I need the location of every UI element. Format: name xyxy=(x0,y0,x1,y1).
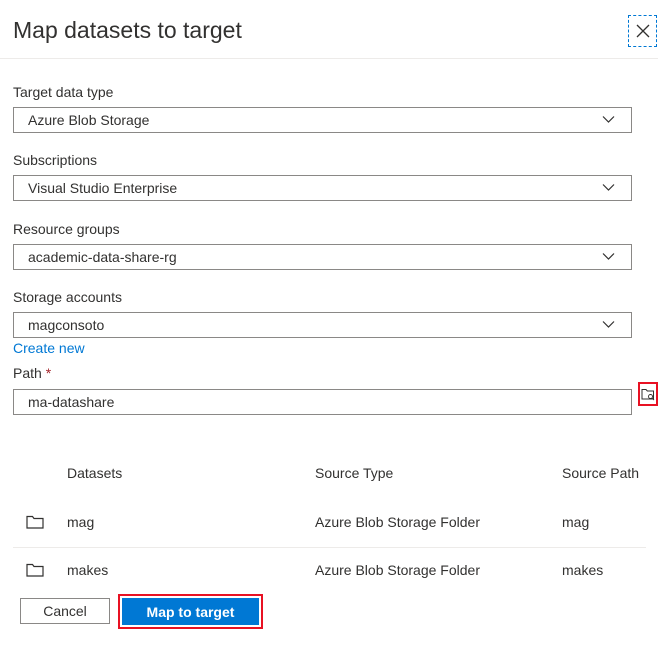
dataset-name: makes xyxy=(67,562,109,578)
source-path: makes xyxy=(562,562,604,578)
storage-accounts-value: magconsoto xyxy=(28,317,105,333)
folder-browse-icon xyxy=(641,389,655,401)
source-type: Azure Blob Storage Folder xyxy=(315,562,480,578)
storage-accounts-dropdown[interactable]: magconsoto xyxy=(13,312,632,338)
subscriptions-dropdown[interactable]: Visual Studio Enterprise xyxy=(13,175,632,201)
subscriptions-value: Visual Studio Enterprise xyxy=(28,180,178,196)
target-data-type-dropdown[interactable]: Azure Blob Storage xyxy=(13,107,632,133)
storage-accounts-label: Storage accounts xyxy=(13,289,122,305)
source-path: mag xyxy=(562,514,590,530)
path-label: Path * xyxy=(13,365,51,381)
chevron-down-icon xyxy=(602,321,615,328)
close-button[interactable] xyxy=(628,15,657,47)
subscriptions-label: Subscriptions xyxy=(13,152,98,168)
target-data-type-value: Azure Blob Storage xyxy=(28,112,150,128)
path-label-text: Path xyxy=(13,365,42,381)
path-input[interactable] xyxy=(13,389,632,415)
source-type: Azure Blob Storage Folder xyxy=(315,514,480,530)
folder-icon xyxy=(26,563,44,577)
column-header-datasets: Datasets xyxy=(67,465,123,481)
map-to-target-button[interactable]: Map to target xyxy=(122,598,259,625)
dialog-header: Map datasets to target xyxy=(0,0,658,59)
required-marker: * xyxy=(45,365,52,381)
browse-path-button[interactable] xyxy=(638,382,658,406)
row-divider xyxy=(13,547,646,548)
column-header-source-path: Source Path xyxy=(562,465,640,481)
resource-groups-value: academic-data-share-rg xyxy=(28,249,177,265)
resource-groups-label: Resource groups xyxy=(13,221,120,237)
folder-icon xyxy=(26,515,44,529)
dialog-title: Map datasets to target xyxy=(13,17,242,43)
cancel-button[interactable]: Cancel xyxy=(20,598,110,624)
column-header-source-type: Source Type xyxy=(315,465,394,481)
primary-button-highlight: Map to target xyxy=(118,594,263,629)
create-new-link[interactable]: Create new xyxy=(13,340,85,356)
chevron-down-icon xyxy=(602,116,615,123)
chevron-down-icon xyxy=(602,184,615,191)
resource-groups-dropdown[interactable]: academic-data-share-rg xyxy=(13,244,632,270)
chevron-down-icon xyxy=(602,253,615,260)
dataset-name: mag xyxy=(67,514,95,530)
target-data-type-label: Target data type xyxy=(13,84,114,100)
close-icon xyxy=(636,24,649,38)
